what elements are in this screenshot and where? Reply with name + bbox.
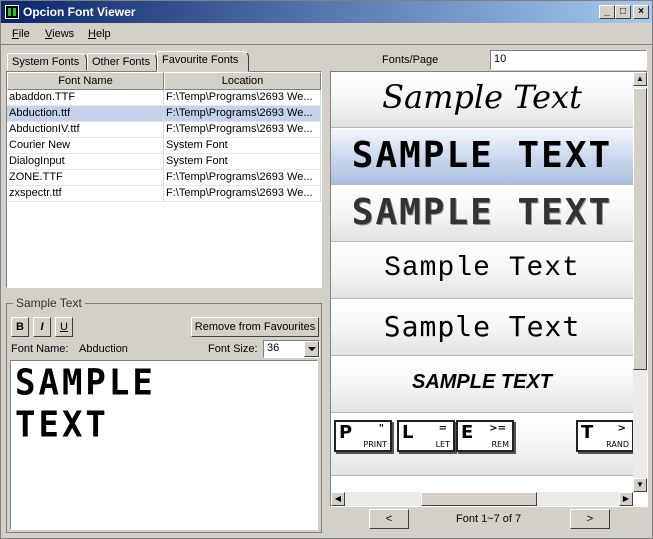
font-size-value: 36	[267, 342, 280, 354]
next-page-button[interactable]: >	[570, 509, 610, 529]
sample-text: SAMPLE TEXT	[411, 371, 552, 393]
location-cell: F:\Temp\Programs\2693 We...	[164, 170, 321, 186]
scroll-left-icon[interactable]: ◀	[331, 492, 345, 506]
zx-key: E >= REM	[456, 420, 514, 452]
fonts-per-page-value: 10	[494, 53, 507, 65]
font-name-cell: zxspectr.ttf	[7, 186, 164, 202]
table-row[interactable]: Courier New System Font	[7, 138, 321, 154]
scroll-up-icon[interactable]: ▲	[633, 72, 647, 86]
font-name-cell: Abduction.ttf	[7, 106, 164, 122]
font-name-cell: DialogInput	[7, 154, 164, 170]
font-size-label: Font Size:	[208, 343, 258, 355]
font-name-cell: Courier New	[7, 138, 164, 154]
sample-text-group: Sample Text B I U Remove from Favourites…	[6, 296, 322, 533]
preview-line-1: SAMPLE	[15, 362, 156, 404]
column-location[interactable]: Location	[164, 72, 321, 90]
maximize-icon[interactable]: □	[615, 5, 631, 19]
horizontal-scrollbar[interactable]: ◀ ▶	[331, 492, 633, 506]
table-row-selected[interactable]: Abduction.ttf F:\Temp\Programs\2693 We..…	[7, 106, 321, 122]
remove-from-favourites-button[interactable]: Remove from Favourites	[191, 317, 319, 337]
sample-row[interactable]: Sample Text	[331, 300, 633, 356]
sample-row-selected[interactable]: SAMPLE TEXT	[331, 129, 633, 185]
chevron-down-icon[interactable]	[304, 341, 319, 357]
sample-row-zx[interactable]: P " PRINT L = LET E >= REM T > RAND	[331, 414, 633, 476]
fonts-per-page-input[interactable]: 10	[490, 50, 647, 70]
preview-line-2: TEXT	[15, 404, 109, 446]
font-samples-panel: Fonts/Page 10 Sample Text SAMPLE TEXT SA…	[330, 47, 648, 535]
sample-row[interactable]: Sample Text	[331, 243, 633, 299]
app-window: Opcion Font Viewer _ □ × File Views Help…	[0, 0, 653, 539]
table-header: Font Name Location	[7, 72, 321, 90]
font-name-cell: AbductionIV.ttf	[7, 122, 164, 138]
minimize-icon[interactable]: _	[599, 5, 615, 19]
sample-row[interactable]: Sample Text	[331, 72, 633, 128]
menu-file[interactable]: File	[12, 28, 30, 40]
title-bar: Opcion Font Viewer _ □ ×	[1, 1, 652, 23]
sample-text: SAMPLE TEXT	[351, 135, 613, 176]
window-title: Opcion Font Viewer	[23, 5, 136, 19]
table-row[interactable]: DialogInput System Font	[7, 154, 321, 170]
sample-row[interactable]: SAMPLE TEXT	[331, 186, 633, 242]
underline-button[interactable]: U	[55, 317, 73, 337]
table-row[interactable]: zxspectr.ttf F:\Temp\Programs\2693 We...	[7, 186, 321, 202]
font-name-cell: abaddon.TTF	[7, 90, 164, 106]
table-row[interactable]: abaddon.TTF F:\Temp\Programs\2693 We...	[7, 90, 321, 106]
sample-row[interactable]: SAMPLE TEXT	[331, 357, 633, 413]
menu-help[interactable]: Help	[88, 28, 111, 40]
bold-button[interactable]: B	[11, 317, 29, 337]
zx-key: T > RAND	[576, 420, 633, 452]
font-name-cell: ZONE.TTF	[7, 170, 164, 186]
scroll-down-icon[interactable]: ▼	[633, 478, 647, 492]
location-cell: System Font	[164, 154, 321, 170]
font-name-label: Font Name:	[11, 343, 69, 355]
column-font-name[interactable]: Font Name	[7, 72, 164, 90]
menu-views[interactable]: Views	[45, 28, 74, 40]
sample-text: SAMPLE TEXT	[351, 192, 613, 233]
prev-page-button[interactable]: <	[369, 509, 409, 529]
zx-key: L = LET	[397, 420, 455, 452]
location-cell: F:\Temp\Programs\2693 We...	[164, 186, 321, 202]
samples-list: Sample Text SAMPLE TEXT SAMPLE TEXT Samp…	[330, 71, 648, 507]
font-name-value: Abduction	[79, 343, 128, 355]
table-row[interactable]: AbductionIV.ttf F:\Temp\Programs\2693 We…	[7, 122, 321, 138]
zx-key: P " PRINT	[334, 420, 392, 452]
table-row[interactable]: ZONE.TTF F:\Temp\Programs\2693 We...	[7, 170, 321, 186]
tab-system-fonts[interactable]: System Fonts	[7, 53, 87, 71]
font-size-dropdown[interactable]: 36	[263, 340, 320, 358]
location-cell: F:\Temp\Programs\2693 We...	[164, 106, 321, 122]
scroll-right-icon[interactable]: ▶	[619, 492, 633, 506]
page-status: Font 1~7 of 7	[456, 513, 522, 525]
menu-bar: File Views Help	[1, 25, 652, 45]
font-table: Font Name Location abaddon.TTF F:\Temp\P…	[6, 71, 322, 288]
sample-text: Sample Text	[383, 310, 581, 343]
vertical-scrollbar[interactable]: ▲ ▼	[633, 72, 647, 492]
tab-favourite-fonts[interactable]: Favourite Fonts	[157, 51, 249, 72]
close-icon[interactable]: ×	[633, 5, 649, 19]
italic-button[interactable]: I	[33, 317, 51, 337]
sample-group-label: Sample Text	[13, 296, 85, 310]
fonts-per-page-label: Fonts/Page	[382, 54, 439, 66]
tab-other-fonts[interactable]: Other Fonts	[87, 53, 157, 71]
sample-preview: SAMPLE TEXT	[10, 360, 318, 530]
vertical-scroll-thumb[interactable]	[633, 88, 647, 370]
horizontal-scroll-thumb[interactable]	[421, 492, 537, 506]
sample-text: Sample Text	[382, 78, 582, 116]
sample-text: Sample Text	[384, 253, 580, 284]
app-icon	[5, 5, 19, 19]
location-cell: System Font	[164, 138, 321, 154]
location-cell: F:\Temp\Programs\2693 We...	[164, 122, 321, 138]
location-cell: F:\Temp\Programs\2693 We...	[164, 90, 321, 106]
